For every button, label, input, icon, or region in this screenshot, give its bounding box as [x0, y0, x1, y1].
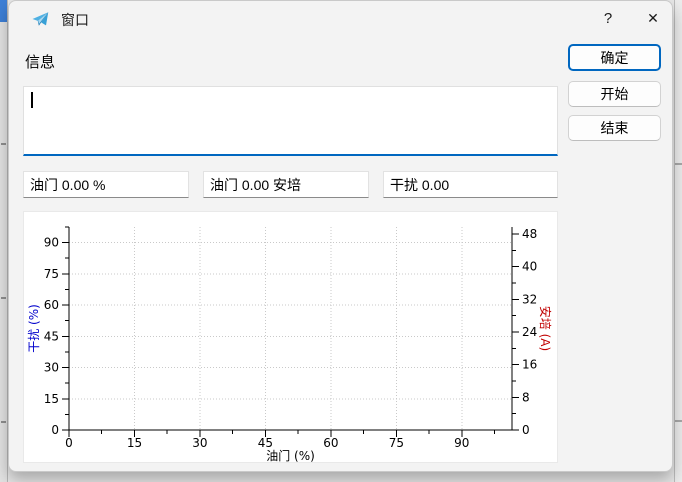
svg-text:90: 90 — [44, 236, 59, 250]
info-label: 信息 — [25, 54, 56, 71]
svg-text:干扰 (%): 干扰 (%) — [27, 304, 41, 353]
window-title: 窗口 — [61, 12, 89, 28]
background-mark — [1, 143, 6, 145]
svg-text:90: 90 — [454, 436, 469, 450]
close-icon[interactable]: ✕ — [637, 3, 669, 33]
svg-text:75: 75 — [44, 267, 59, 281]
svg-text:60: 60 — [44, 298, 59, 312]
svg-text:48: 48 — [522, 227, 537, 241]
svg-text:45: 45 — [258, 436, 273, 450]
svg-text:安培 (A): 安培 (A) — [538, 306, 553, 351]
text-caret — [31, 92, 33, 108]
svg-text:32: 32 — [522, 292, 537, 306]
svg-text:60: 60 — [323, 436, 338, 450]
background-mark — [675, 163, 682, 165]
ok-button[interactable]: 确定 — [568, 44, 661, 71]
xy-graph-panel: 0 15 30 45 60 75 90 0 15 30 45 60 75 90 0 8 16 24 32 40 48 油门… — [23, 211, 558, 463]
svg-text:40: 40 — [522, 260, 537, 274]
start-button[interactable]: 开始 — [568, 81, 661, 107]
svg-text:15: 15 — [127, 436, 142, 450]
svg-text:16: 16 — [522, 358, 537, 372]
background-mark — [1, 297, 6, 299]
background-app-icon-fragment — [0, 0, 7, 22]
svg-text:0: 0 — [51, 423, 59, 437]
background-mark — [675, 420, 682, 422]
svg-text:30: 30 — [44, 361, 59, 375]
svg-text:0: 0 — [65, 436, 73, 450]
interference-field[interactable] — [383, 171, 558, 198]
svg-text:油门 (%): 油门 (%) — [266, 448, 315, 463]
paper-plane-icon — [32, 12, 49, 26]
svg-text:30: 30 — [192, 436, 207, 450]
info-textarea[interactable] — [24, 87, 557, 154]
svg-text:75: 75 — [389, 436, 404, 450]
throttle-percent-field[interactable] — [23, 171, 189, 198]
throttle-amp-field[interactable] — [203, 171, 369, 198]
svg-text:15: 15 — [44, 392, 59, 406]
background-window-right-edge — [674, 0, 682, 482]
info-textarea-wrap — [23, 86, 558, 156]
dialog-window: 窗口 ? ✕ 信息 确定 开始 结束 0 15 30 45 60 75 90 0 15 30 45 6… — [8, 0, 673, 472]
xy-graph: 0 15 30 45 60 75 90 0 15 30 45 60 75 90 0 8 16 24 32 40 48 油门… — [27, 226, 553, 463]
titlebar[interactable]: 窗口 ? ✕ — [9, 1, 672, 37]
svg-text:0: 0 — [522, 423, 530, 437]
svg-text:45: 45 — [44, 329, 59, 343]
end-button[interactable]: 结束 — [568, 115, 661, 141]
help-button[interactable]: ? — [592, 3, 624, 33]
background-window-left-edge — [0, 0, 8, 482]
background-mark — [1, 421, 6, 423]
svg-text:24: 24 — [522, 325, 537, 339]
svg-text:8: 8 — [522, 390, 530, 404]
